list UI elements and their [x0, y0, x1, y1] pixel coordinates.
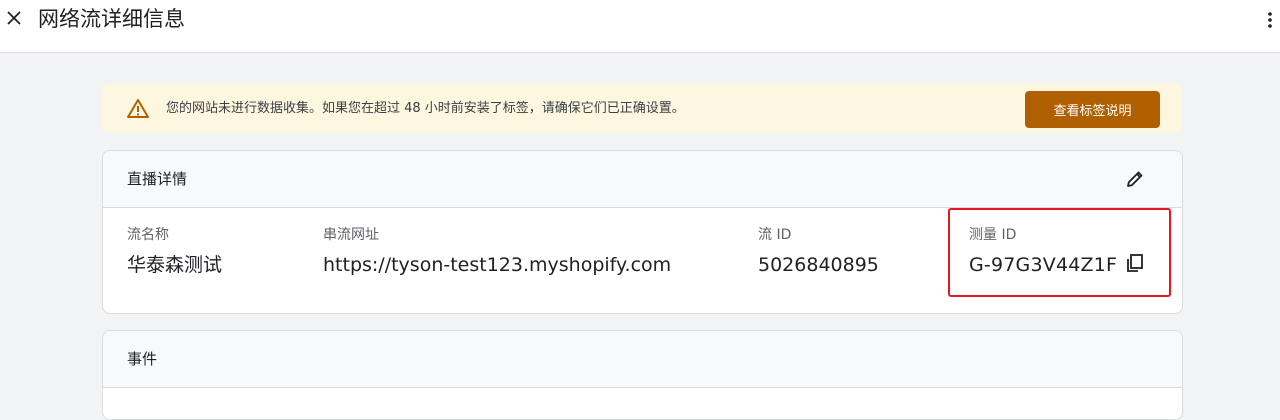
stream-name-value: 华泰森测试 — [127, 254, 223, 276]
stream-id-value: 5026840895 — [758, 254, 879, 276]
stream-url-value: https://tyson-test123.myshopify.com — [323, 254, 672, 276]
stream-url-field: 串流网址 https://tyson-test123.myshopify.com — [323, 226, 671, 277]
card-header: 事件 — [103, 331, 1182, 388]
stream-name-field: 流名称 华泰森测试 — [127, 226, 222, 277]
top-bar: 网络流详细信息 — [0, 0, 1280, 53]
card-title: 直播详情 — [127, 170, 188, 188]
highlight-annotation-box — [948, 208, 1171, 297]
stream-id-field: 流 ID 5026840895 — [758, 226, 879, 277]
events-card: 事件 — [102, 330, 1183, 420]
field-label: 流名称 — [127, 227, 169, 243]
card-header: 直播详情 — [103, 151, 1182, 208]
warning-banner: 您的网站未进行数据收集。如果您在超过 48 小时前安装了标签，请确保它们已正确设… — [102, 84, 1182, 133]
edit-button[interactable] — [1123, 167, 1147, 191]
close-icon — [7, 11, 21, 25]
more-vert-icon — [1268, 12, 1272, 28]
view-tag-instructions-button[interactable]: 查看标签说明 — [1025, 91, 1160, 128]
banner-message: 您的网站未进行数据收集。如果您在超过 48 小时前安装了标签，请确保它们已正确设… — [166, 101, 685, 116]
more-options-button[interactable] — [1262, 8, 1278, 32]
page-title: 网络流详细信息 — [38, 7, 185, 31]
field-label: 流 ID — [758, 227, 792, 243]
card-title: 事件 — [127, 350, 158, 368]
field-label: 串流网址 — [323, 227, 379, 243]
stream-details-card: 直播详情 流名称 华泰森测试 串流网址 https://tyson-test12… — [102, 150, 1183, 314]
warning-icon — [127, 99, 149, 118]
edit-icon — [1127, 171, 1143, 187]
close-button[interactable] — [2, 6, 26, 30]
